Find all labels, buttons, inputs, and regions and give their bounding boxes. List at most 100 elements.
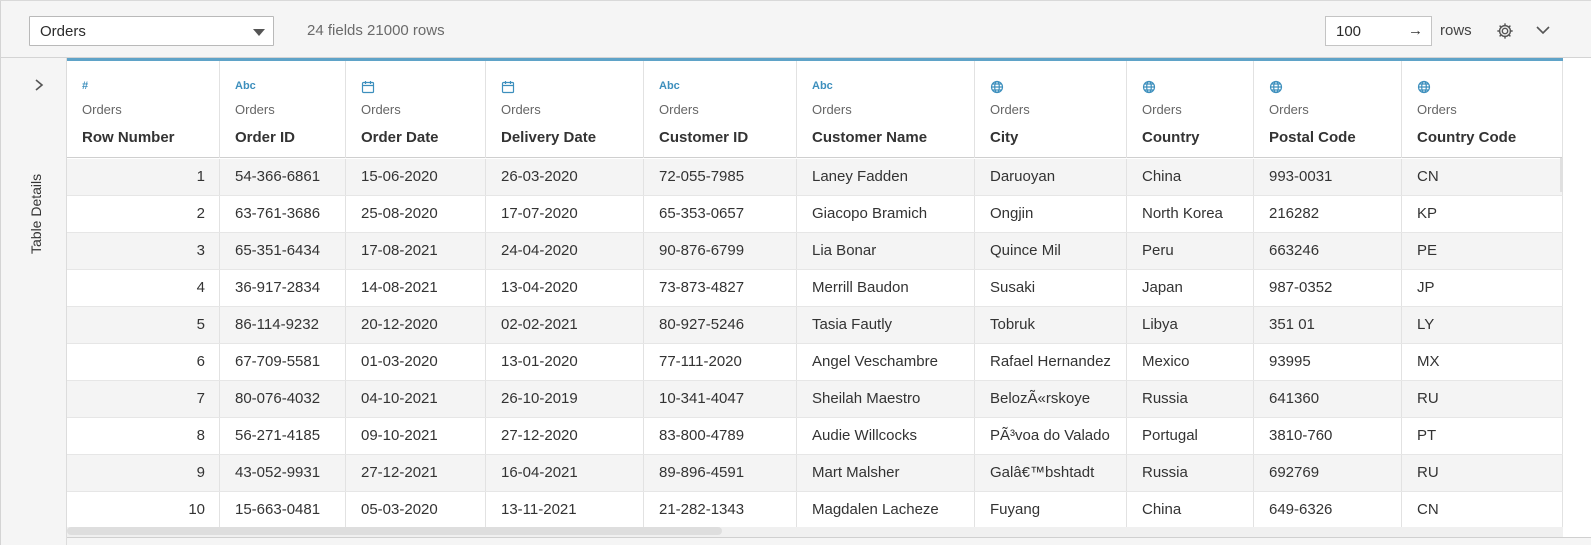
table-cell[interactable]: 8 <box>67 418 220 454</box>
string-icon[interactable]: Abc <box>812 80 833 94</box>
table-row[interactable]: 8 56-271-4185 09-10-2021 27-12-2020 83-800-4… <box>67 418 1563 455</box>
chevron-down-icon[interactable] <box>1535 24 1551 36</box>
rows-limit-input[interactable] <box>1326 17 1406 45</box>
column-header[interactable]: Abc Orders Customer Name <box>797 61 975 158</box>
table-cell[interactable]: JP <box>1402 270 1563 306</box>
table-cell[interactable]: Magdalen Lacheze <box>797 492 975 528</box>
column-header[interactable]: Orders Country <box>1127 61 1254 158</box>
table-cell[interactable]: 2 <box>67 196 220 232</box>
table-cell[interactable]: RU <box>1402 455 1563 491</box>
apply-rows-arrow-icon[interactable]: → <box>1408 22 1423 39</box>
table-cell[interactable]: 90-876-6799 <box>644 233 797 269</box>
table-cell[interactable]: 649-6326 <box>1254 492 1402 528</box>
table-cell[interactable]: 17-07-2020 <box>486 196 644 232</box>
table-cell[interactable]: 10 <box>67 492 220 528</box>
table-row[interactable]: 10 15-663-0481 05-03-2020 13-11-2021 21-282-… <box>67 492 1563 529</box>
table-cell[interactable]: CN <box>1402 492 1563 528</box>
table-cell[interactable]: 16-04-2021 <box>486 455 644 491</box>
table-cell[interactable]: 9 <box>67 455 220 491</box>
table-cell[interactable]: 01-03-2020 <box>346 344 486 380</box>
table-cell[interactable]: PÃ³voa do Valado <box>975 418 1127 454</box>
table-cell[interactable]: 351 01 <box>1254 307 1402 343</box>
table-cell[interactable]: Lia Bonar <box>797 233 975 269</box>
globe-icon[interactable] <box>1269 80 1283 94</box>
table-cell[interactable]: 43-052-9931 <box>220 455 346 491</box>
table-cell[interactable]: 05-03-2020 <box>346 492 486 528</box>
table-cell[interactable]: 04-10-2021 <box>346 381 486 417</box>
table-cell[interactable]: Russia <box>1127 381 1254 417</box>
table-cell[interactable]: 24-04-2020 <box>486 233 644 269</box>
table-cell[interactable]: 93995 <box>1254 344 1402 380</box>
vertical-scrollbar-thumb[interactable] <box>1560 158 1563 192</box>
table-cell[interactable]: 65-353-0657 <box>644 196 797 232</box>
table-cell[interactable]: Audie Willcocks <box>797 418 975 454</box>
table-cell[interactable]: Tobruk <box>975 307 1127 343</box>
table-cell[interactable]: Galâ€™bshtadt <box>975 455 1127 491</box>
table-cell[interactable]: Ongjin <box>975 196 1127 232</box>
table-cell[interactable]: 3 <box>67 233 220 269</box>
table-cell[interactable]: Sheilah Maestro <box>797 381 975 417</box>
column-header[interactable]: Orders City <box>975 61 1127 158</box>
table-cell[interactable]: 21-282-1343 <box>644 492 797 528</box>
table-cell[interactable]: China <box>1127 159 1254 195</box>
column-header[interactable]: Orders Postal Code <box>1254 61 1402 158</box>
table-row[interactable]: 6 67-709-5581 01-03-2020 13-01-2020 77-111-2… <box>67 344 1563 381</box>
table-cell[interactable]: 80-076-4032 <box>220 381 346 417</box>
table-cell[interactable]: PE <box>1402 233 1563 269</box>
table-cell[interactable]: 14-08-2021 <box>346 270 486 306</box>
column-header[interactable]: # Orders Row Number <box>67 61 220 158</box>
table-cell[interactable]: 4 <box>67 270 220 306</box>
table-cell[interactable]: Quince Mil <box>975 233 1127 269</box>
table-cell[interactable]: Mart Malsher <box>797 455 975 491</box>
table-cell[interactable]: 25-08-2020 <box>346 196 486 232</box>
table-row[interactable]: 4 36-917-2834 14-08-2021 13-04-2020 73-873-4… <box>67 270 1563 307</box>
table-cell[interactable]: 5 <box>67 307 220 343</box>
table-cell[interactable]: 36-917-2834 <box>220 270 346 306</box>
table-cell[interactable]: 72-055-7985 <box>644 159 797 195</box>
table-cell[interactable]: PT <box>1402 418 1563 454</box>
table-row[interactable]: 5 86-114-9232 20-12-2020 02-02-2021 80-927-5… <box>67 307 1563 344</box>
table-cell[interactable]: Daruoyan <box>975 159 1127 195</box>
table-cell[interactable]: 216282 <box>1254 196 1402 232</box>
table-cell[interactable]: 13-04-2020 <box>486 270 644 306</box>
table-cell[interactable]: 73-873-4827 <box>644 270 797 306</box>
table-cell[interactable]: 77-111-2020 <box>644 344 797 380</box>
table-cell[interactable]: 65-351-6434 <box>220 233 346 269</box>
table-cell[interactable]: 83-800-4789 <box>644 418 797 454</box>
table-cell[interactable]: 67-709-5581 <box>220 344 346 380</box>
table-cell[interactable]: Fuyang <box>975 492 1127 528</box>
table-cell[interactable]: 63-761-3686 <box>220 196 346 232</box>
column-header[interactable]: Abc Orders Customer ID <box>644 61 797 158</box>
horizontal-scrollbar-thumb[interactable] <box>67 527 722 535</box>
gear-icon[interactable] <box>1496 22 1514 40</box>
table-details-label[interactable]: Table Details <box>28 174 44 254</box>
table-cell[interactable]: 09-10-2021 <box>346 418 486 454</box>
table-cell[interactable]: Mexico <box>1127 344 1254 380</box>
table-cell[interactable]: North Korea <box>1127 196 1254 232</box>
table-cell[interactable]: 6 <box>67 344 220 380</box>
table-cell[interactable]: LY <box>1402 307 1563 343</box>
table-cell[interactable]: KP <box>1402 196 1563 232</box>
column-header[interactable]: Orders Country Code <box>1402 61 1563 158</box>
table-cell[interactable]: 20-12-2020 <box>346 307 486 343</box>
table-cell[interactable]: 54-366-6861 <box>220 159 346 195</box>
table-cell[interactable]: 86-114-9232 <box>220 307 346 343</box>
table-cell[interactable]: Merrill Baudon <box>797 270 975 306</box>
table-cell[interactable]: 56-271-4185 <box>220 418 346 454</box>
vertical-scrollbar-track[interactable] <box>1563 58 1591 545</box>
table-cell[interactable]: 641360 <box>1254 381 1402 417</box>
column-header[interactable]: Orders Delivery Date <box>486 61 644 158</box>
table-cell[interactable]: RU <box>1402 381 1563 417</box>
globe-icon[interactable] <box>1142 80 1156 94</box>
string-icon[interactable]: Abc <box>659 80 680 94</box>
column-header[interactable]: Orders Order Date <box>346 61 486 158</box>
table-cell[interactable]: 27-12-2021 <box>346 455 486 491</box>
table-cell[interactable]: 13-11-2021 <box>486 492 644 528</box>
column-header[interactable]: Abc Orders Order ID <box>220 61 346 158</box>
table-row[interactable]: 1 54-366-6861 15-06-2020 26-03-2020 72-055-7… <box>67 159 1563 196</box>
table-cell[interactable]: 15-663-0481 <box>220 492 346 528</box>
table-cell[interactable]: 993-0031 <box>1254 159 1402 195</box>
table-row[interactable]: 9 43-052-9931 27-12-2021 16-04-2021 89-896-4… <box>67 455 1563 492</box>
table-cell[interactable]: Portugal <box>1127 418 1254 454</box>
table-cell[interactable]: Laney Fadden <box>797 159 975 195</box>
